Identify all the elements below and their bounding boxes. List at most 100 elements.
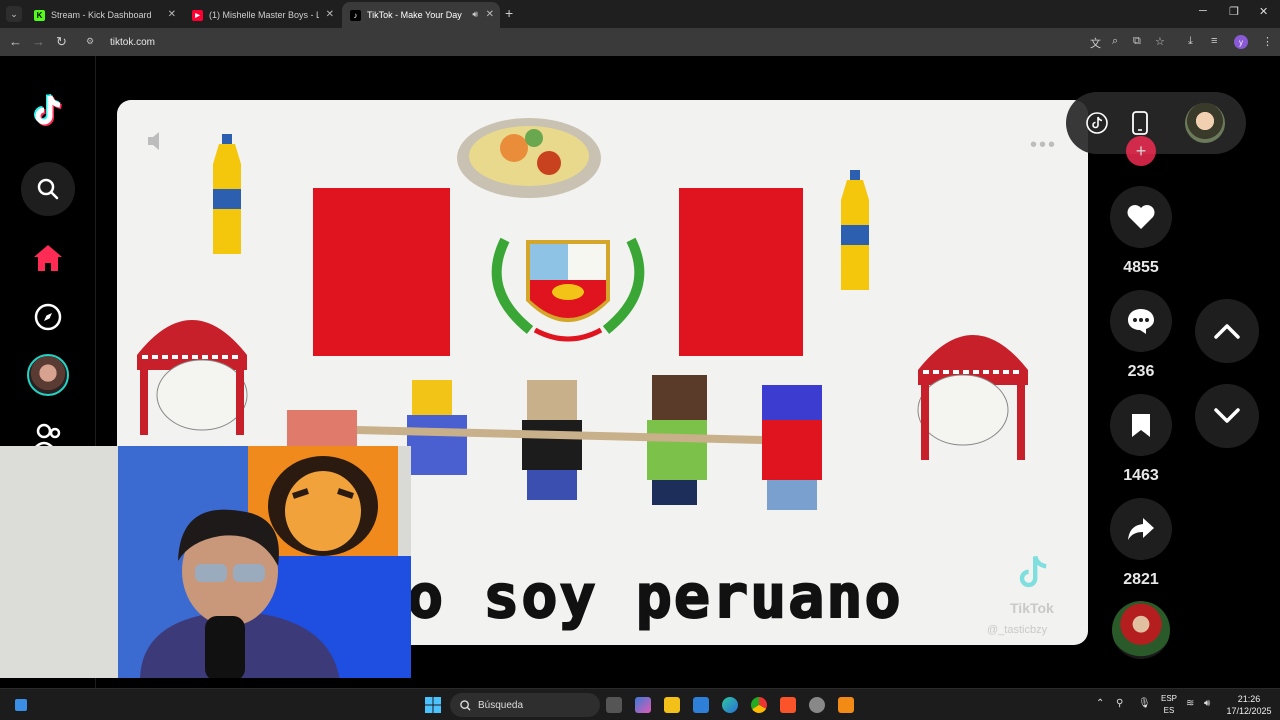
follow-plus-icon[interactable]: + <box>1126 136 1156 166</box>
microphone-icon[interactable]: 🎙︎ <box>1138 698 1151 709</box>
user-avatar[interactable] <box>1185 103 1225 143</box>
streamer-webcam-overlay <box>0 446 411 678</box>
widgets-icon[interactable] <box>14 698 28 712</box>
tab-search-menu-button[interactable]: ⌄ <box>6 6 22 22</box>
tab-tiktok[interactable]: ♪ TikTok - Make Your Day 🔊︎ ✕ <box>342 2 500 28</box>
like-count: 4855 <box>1123 259 1159 276</box>
taskbar-search-label: Búsqueda <box>478 699 524 711</box>
mute-volume-icon[interactable] <box>145 128 171 154</box>
zoom-icon[interactable]: ⌕ <box>1112 35 1118 48</box>
new-tab-button[interactable]: + <box>505 5 513 21</box>
copilot-icon[interactable] <box>635 697 651 713</box>
tiktok-page: ••• o soy peruano TikTok @_tasticbzy + 4… <box>0 56 1280 688</box>
store-icon[interactable] <box>693 697 709 713</box>
speaker-icon[interactable]: 🔊︎ <box>472 9 478 20</box>
brave-icon[interactable] <box>780 697 796 713</box>
obs-icon[interactable] <box>809 697 825 713</box>
reload-button[interactable]: ↻ <box>56 34 67 50</box>
more-options-icon[interactable]: ••• <box>1030 134 1057 157</box>
minimize-button[interactable]: ─ <box>1199 5 1207 17</box>
close-icon[interactable]: ✕ <box>168 9 176 20</box>
language-indicator[interactable]: ESP ES <box>1160 693 1178 717</box>
bookmark-star-icon[interactable]: ☆ <box>1155 35 1165 48</box>
tab-youtube[interactable]: ▶ (1) Mishelle Master Boys - La O ✕ <box>184 2 340 28</box>
cast-icon[interactable]: ⧉ <box>1133 35 1141 48</box>
comment-count: 236 <box>1127 363 1155 380</box>
clock-time: 21:26 <box>1237 694 1261 704</box>
comment-icon <box>1128 309 1154 334</box>
tiktok-logo[interactable] <box>30 92 66 132</box>
peru-coat-of-arms <box>491 237 645 342</box>
bookmark-icon <box>1132 414 1150 437</box>
file-explorer-icon[interactable] <box>664 697 680 713</box>
save-count: 1463 <box>1123 467 1159 484</box>
close-icon[interactable]: ✕ <box>326 9 334 20</box>
streamer-person <box>140 509 340 678</box>
peru-flag-left <box>313 188 450 356</box>
wifi-icon[interactable]: ≋ <box>1186 698 1194 709</box>
inca-kola-bottle-left <box>213 134 241 254</box>
comment-button[interactable] <box>1110 290 1172 352</box>
media-control-icon[interactable]: ≡ <box>1211 35 1217 47</box>
chrome-icon[interactable] <box>751 697 767 713</box>
vlc-icon[interactable] <box>838 697 854 713</box>
llama-right-image <box>917 335 1028 460</box>
network-icon[interactable]: ⚲ <box>1116 698 1123 709</box>
like-button[interactable] <box>1110 186 1172 248</box>
close-window-button[interactable]: ✕ <box>1259 5 1268 18</box>
clock-date: 17/12/2025 <box>1226 706 1272 716</box>
following-avatar[interactable] <box>27 354 69 396</box>
youtube-icon: ▶ <box>192 9 203 21</box>
floating-actions-pill <box>1066 92 1246 154</box>
explore-icon <box>34 303 62 331</box>
taskbar-search[interactable]: Búsqueda <box>450 693 600 717</box>
taskbar-clock[interactable]: 21:26 17/12/2025 <box>1224 693 1274 717</box>
search-icon <box>460 699 471 711</box>
previous-video-button[interactable] <box>1195 299 1259 363</box>
windows-start-icon[interactable] <box>425 697 441 713</box>
search-icon <box>37 178 59 200</box>
edge-icon[interactable] <box>722 697 738 713</box>
next-video-button[interactable] <box>1195 384 1259 448</box>
tiktok-watermark-text: TikTok <box>1010 600 1054 616</box>
address-bar[interactable]: ⚙ tiktok.com <box>80 31 1175 53</box>
language-top: ESP <box>1160 694 1177 703</box>
forward-button[interactable]: → <box>32 34 45 49</box>
tiktok-mini-icon[interactable] <box>1085 111 1109 135</box>
search-button[interactable] <box>21 162 75 216</box>
share-button[interactable] <box>1110 498 1172 560</box>
video-caption-text: o soy peruano <box>406 561 903 633</box>
home-icon <box>34 245 62 271</box>
browser-tab-bar: ⌄ K Stream - Kick Dashboard ✕ ▶ (1) Mish… <box>0 0 1280 28</box>
webcam-wall <box>0 446 120 678</box>
ceviche-plate-image <box>457 118 601 198</box>
inca-kola-bottle-right <box>841 170 869 290</box>
restore-button[interactable]: ❐ <box>1229 5 1239 18</box>
tray-overflow-icon[interactable]: ⌃ <box>1096 698 1104 709</box>
close-icon[interactable]: ✕ <box>486 9 494 20</box>
browser-toolbar: ← → ↻ ⚙ tiktok.com 文 ⌕ ⧉ ☆ ⤓ ≡ ⋮ <box>0 28 1280 56</box>
tiktok-watermark-user: @_tasticbzy <box>987 624 1048 636</box>
back-button[interactable]: ← <box>9 34 22 49</box>
task-view-icon[interactable] <box>606 697 622 713</box>
home-button[interactable] <box>30 240 66 276</box>
tab-label: Stream - Kick Dashboard <box>51 10 152 20</box>
translate-icon[interactable]: 文 <box>1090 35 1101 51</box>
explore-button[interactable] <box>30 299 66 335</box>
menu-kebab-icon[interactable]: ⋮ <box>1262 35 1273 48</box>
tiktok-watermark-icon <box>1019 555 1047 588</box>
music-creator-avatar[interactable] <box>1112 601 1170 659</box>
chevron-down-icon <box>1214 408 1240 423</box>
volume-icon[interactable]: 🔊︎ <box>1204 698 1210 709</box>
download-icon[interactable]: ⤓ <box>1188 35 1193 48</box>
peru-flag-right <box>679 188 803 356</box>
share-arrow-icon <box>1128 518 1154 540</box>
profile-avatar-button[interactable]: y <box>1234 35 1248 49</box>
url-text: tiktok.com <box>110 36 156 48</box>
site-info-icon[interactable]: ⚙ <box>86 36 98 48</box>
tab-kick-dashboard[interactable]: K Stream - Kick Dashboard ✕ <box>26 2 182 28</box>
chevron-up-icon <box>1214 324 1240 339</box>
phone-icon[interactable] <box>1128 111 1152 135</box>
tab-label: TikTok - Make Your Day <box>367 10 462 20</box>
save-button[interactable] <box>1110 394 1172 456</box>
